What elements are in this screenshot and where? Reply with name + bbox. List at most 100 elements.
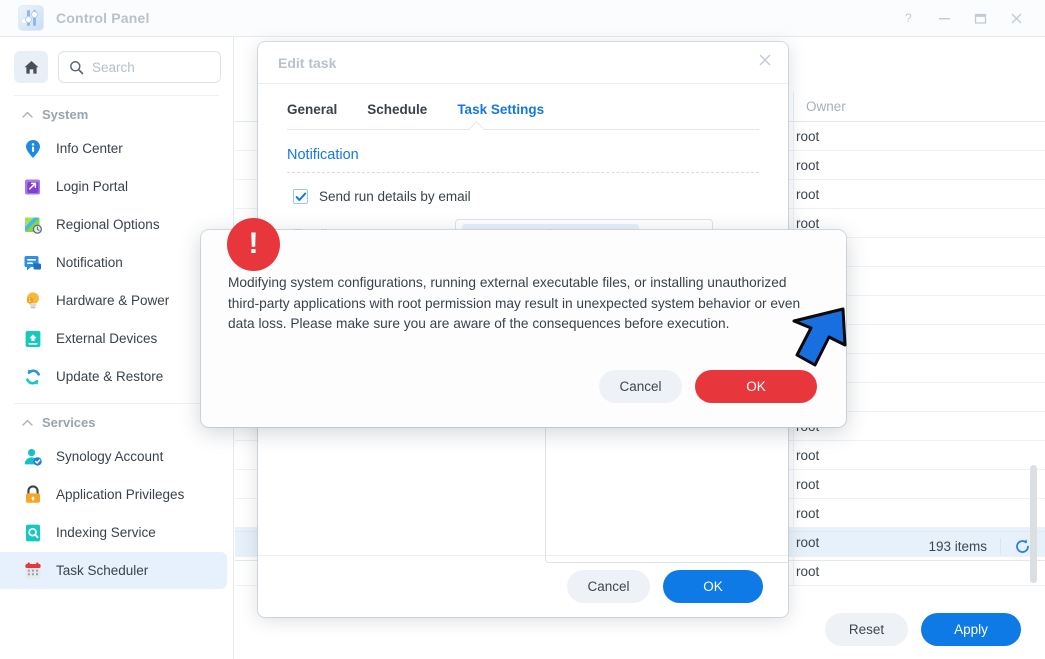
- column-divider: [793, 499, 794, 528]
- notification-section-title: Notification: [287, 147, 359, 163]
- column-divider: [793, 557, 794, 586]
- sidebar-item-update-restore[interactable]: Update & Restore: [0, 358, 227, 395]
- application-privileges-icon: [22, 484, 44, 506]
- regional-options-icon: [22, 214, 44, 236]
- home-button[interactable]: [14, 51, 48, 83]
- update-restore-icon: [22, 366, 44, 388]
- sidebar-group-label: System: [42, 107, 89, 122]
- sidebar-item-task-scheduler[interactable]: Task Scheduler: [0, 552, 227, 589]
- alert-cancel-button[interactable]: Cancel: [599, 370, 682, 403]
- send-email-checkbox-row[interactable]: Send run details by email: [258, 173, 788, 204]
- sidebar-item-label: Login Portal: [56, 179, 129, 194]
- synology-account-icon: [22, 446, 44, 468]
- minimize-button[interactable]: [929, 5, 959, 31]
- table-scrollbar[interactable]: [1030, 465, 1037, 583]
- task-scheduler-icon: [22, 560, 44, 582]
- sidebar-item-label: Synology Account: [56, 449, 164, 464]
- sidebar-item-external-devices[interactable]: External Devices: [0, 320, 227, 357]
- search-input[interactable]: Search: [58, 51, 221, 83]
- items-count-label: 193 items: [928, 538, 987, 554]
- cell-owner: root: [796, 477, 820, 492]
- sidebar-item-regional-options[interactable]: Regional Options: [0, 206, 227, 243]
- column-header-owner[interactable]: Owner: [793, 91, 913, 122]
- chevron-up-icon: [22, 111, 33, 118]
- dialog-ok-button[interactable]: OK: [663, 570, 763, 603]
- dialog-title-bar: Edit task: [258, 42, 788, 84]
- dialog-action-bar: Cancel OK: [258, 555, 788, 617]
- sidebar-group-system[interactable]: System: [0, 96, 233, 129]
- reset-button[interactable]: Reset: [825, 613, 908, 646]
- alert-message: Modifying system configurations, running…: [228, 275, 801, 331]
- sidebar: Search System Info Center Login Portal R…: [0, 37, 234, 659]
- sidebar-item-label: Application Privileges: [56, 487, 185, 502]
- svg-text:1: 1: [28, 298, 31, 304]
- footer-divider: [1000, 537, 1001, 555]
- tab-general[interactable]: General: [287, 102, 337, 130]
- arrow-pointer-icon: [779, 305, 849, 373]
- help-button[interactable]: ?: [893, 5, 923, 31]
- tab-active-notch: [465, 120, 489, 130]
- window-title: Control Panel: [56, 10, 150, 26]
- sidebar-item-label: Update & Restore: [56, 369, 164, 384]
- tab-underline: [287, 129, 759, 130]
- sidebar-item-hardware-power[interactable]: 1 Hardware & Power: [0, 282, 227, 319]
- warning-alert-dialog: ! Modifying system configurations, runni…: [201, 218, 846, 427]
- sidebar-item-label: Indexing Service: [56, 525, 156, 540]
- column-divider: [793, 470, 794, 499]
- search-icon: [70, 60, 84, 74]
- send-email-label: Send run details by email: [319, 189, 471, 204]
- sidebar-item-application-privileges[interactable]: Application Privileges: [0, 476, 227, 513]
- sidebar-group-label: Services: [42, 415, 96, 430]
- close-button[interactable]: [1001, 5, 1031, 31]
- notification-icon: [22, 252, 44, 274]
- window-controls: ?: [893, 5, 1031, 31]
- close-icon[interactable]: [758, 53, 772, 72]
- sidebar-item-label: External Devices: [56, 331, 158, 346]
- sidebar-item-label: Hardware & Power: [56, 293, 170, 308]
- login-portal-icon: [22, 176, 44, 198]
- apply-button[interactable]: Apply: [921, 613, 1021, 646]
- home-icon: [24, 60, 38, 74]
- cell-owner: root: [796, 506, 820, 521]
- column-divider: [793, 122, 794, 151]
- checkmark-icon: [295, 192, 306, 201]
- sidebar-top-bar: Search: [0, 37, 233, 93]
- control-panel-icon: [18, 5, 44, 31]
- maximize-button[interactable]: [965, 5, 995, 31]
- cell-owner: root: [796, 129, 820, 144]
- cell-owner: root: [796, 564, 820, 579]
- sidebar-item-indexing-service[interactable]: Indexing Service: [0, 514, 227, 551]
- sidebar-item-label: Info Center: [56, 141, 123, 156]
- external-devices-icon: [22, 328, 44, 350]
- chevron-up-icon: [22, 419, 33, 426]
- refresh-icon[interactable]: [1014, 538, 1031, 555]
- sidebar-item-info-center[interactable]: Info Center: [0, 130, 227, 167]
- sidebar-group-services[interactable]: Services: [0, 404, 233, 437]
- sidebar-item-synology-account[interactable]: Synology Account: [0, 438, 227, 475]
- cell-owner: root: [796, 187, 820, 202]
- dialog-tabs: General Schedule Task Settings: [258, 84, 788, 130]
- sidebar-item-label: Task Scheduler: [56, 563, 149, 578]
- column-divider: [793, 180, 794, 209]
- search-placeholder: Search: [92, 59, 135, 75]
- cell-owner: root: [796, 448, 820, 463]
- dialog-cancel-button[interactable]: Cancel: [567, 570, 650, 603]
- window-title-bar: Control Panel ?: [0, 0, 1045, 37]
- sidebar-item-login-portal[interactable]: Login Portal: [0, 168, 227, 205]
- alert-ok-button[interactable]: OK: [695, 370, 817, 403]
- hardware-power-icon: 1: [22, 290, 44, 312]
- svg-text:?: ?: [905, 11, 912, 25]
- column-divider: [793, 441, 794, 470]
- alert-action-bar: Cancel OK: [599, 370, 817, 403]
- tab-schedule[interactable]: Schedule: [367, 102, 427, 130]
- info-center-icon: [22, 138, 44, 160]
- indexing-service-icon: [22, 522, 44, 544]
- sidebar-item-label: Regional Options: [56, 217, 160, 232]
- control-panel-window: Control Panel ? Search System Info Cente…: [0, 0, 1045, 659]
- column-divider: [793, 151, 794, 180]
- send-email-checkbox[interactable]: [293, 189, 308, 204]
- sidebar-item-label: Notification: [56, 255, 123, 270]
- exclamation-glyph: !: [248, 226, 259, 260]
- sidebar-item-notification[interactable]: Notification: [0, 244, 227, 281]
- exclamation-icon: !: [227, 218, 280, 271]
